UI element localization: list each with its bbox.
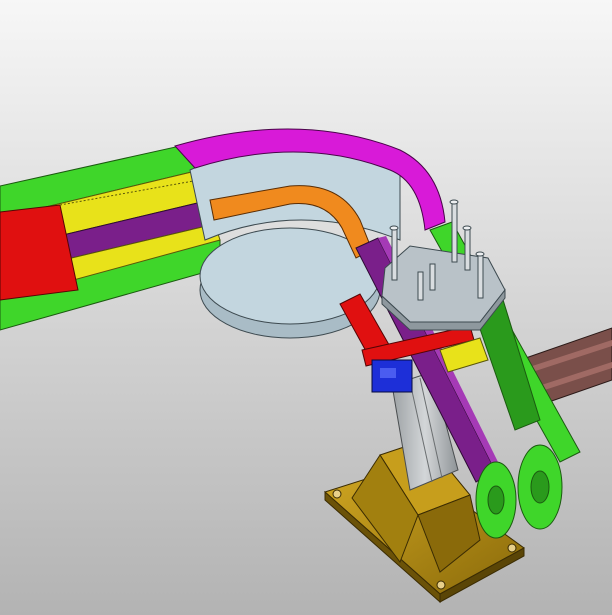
blue-actuator-block (371, 359, 413, 393)
top-mounting-plate (381, 245, 506, 331)
cad-viewport[interactable] (0, 0, 612, 615)
conveyor-assembly-model[interactable] (0, 0, 612, 615)
